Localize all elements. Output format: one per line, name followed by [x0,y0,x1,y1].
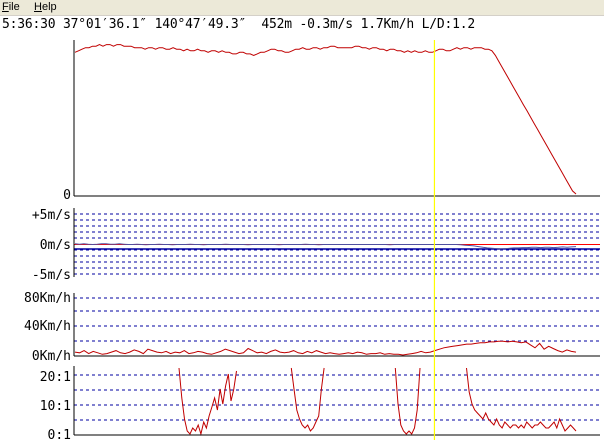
speed-tick-0: 80Km/h [24,291,71,306]
glide-ratio-trace-1 [290,367,325,432]
flight-plots[interactable]: 0 +5m/s 0m/s -5m/s 80Km/h 40Km/h 0Km/h 20:1 10:1… [0,0,604,440]
vario-tick-1: 0m/s [40,238,71,253]
vario-tick-2: -5m/s [32,268,71,283]
speed-tick-2: 0Km/h [32,349,71,364]
altitude-trace-0 [74,44,577,195]
glide-ratio-trace-2 [394,367,421,435]
glide-ratio-trace-3 [466,367,577,432]
vario-tick-0: +5m/s [32,208,71,223]
glide-tick-0: 20:1 [40,370,71,385]
data-layer [74,44,577,436]
altitude-tick-0: 0 [63,188,71,203]
speed-tick-1: 40Km/h [24,319,71,334]
speed-trace-0 [74,340,577,356]
glide-ratio-trace-0 [178,367,237,436]
glide-tick-1: 10:1 [40,399,71,414]
labels-layer: 0 +5m/s 0m/s -5m/s 80Km/h 40Km/h 0Km/h 20:1 10:1… [24,188,71,440]
glide-tick-2: 0:1 [48,428,71,440]
